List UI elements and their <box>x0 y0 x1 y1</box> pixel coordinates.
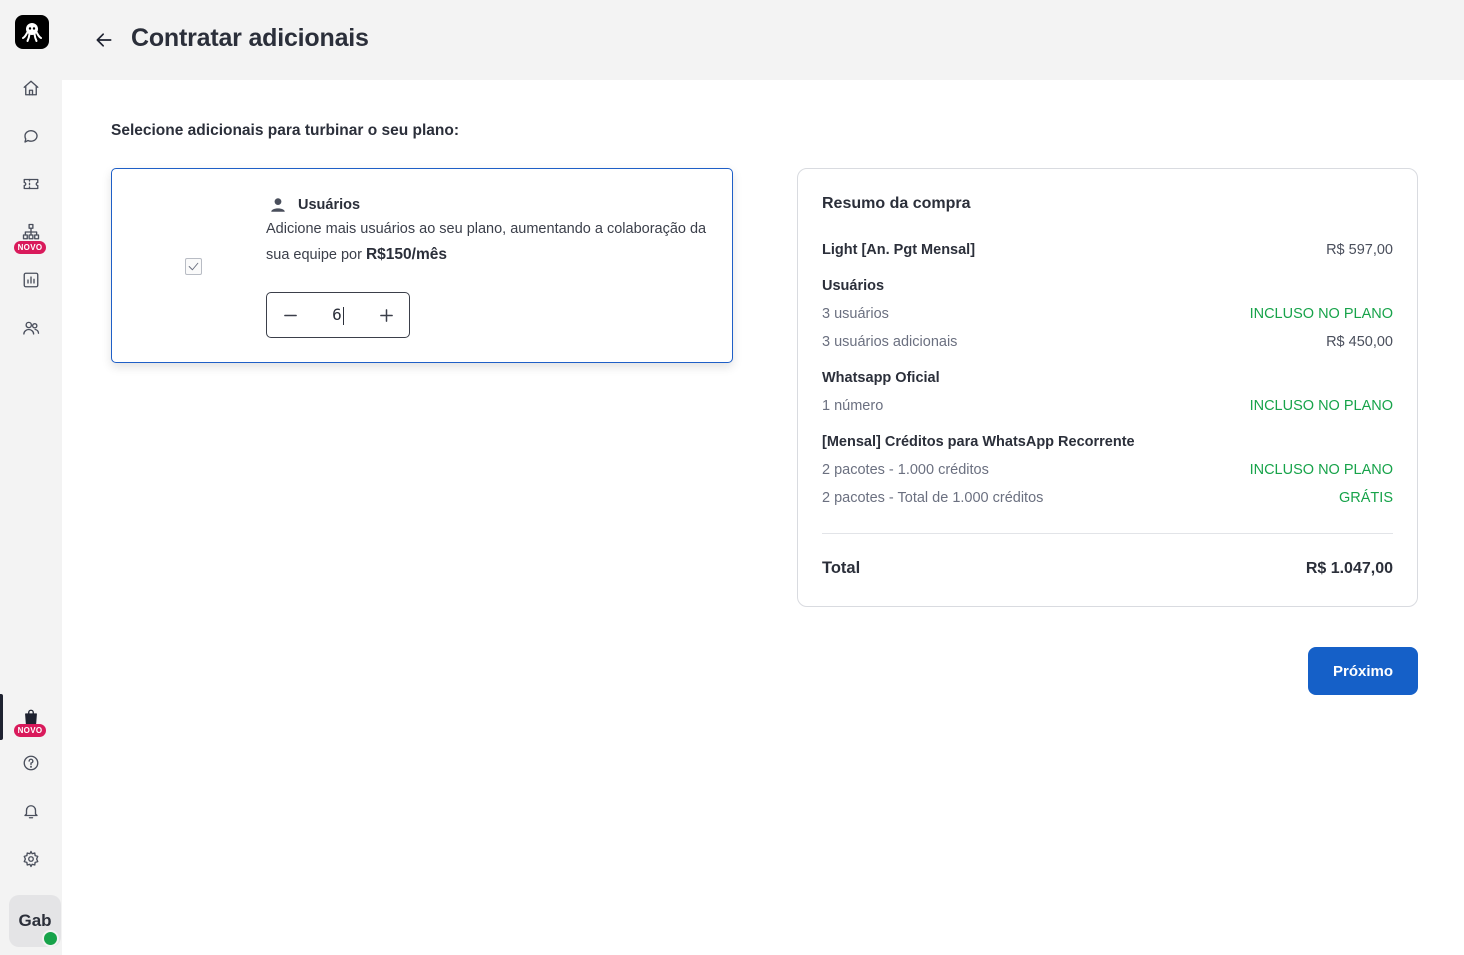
summary-row-value: R$ 450,00 <box>1326 334 1393 350</box>
home-icon <box>23 80 39 96</box>
sidebar-item-settings[interactable] <box>0 839 62 879</box>
next-button[interactable]: Próximo <box>1308 647 1418 695</box>
purchase-summary: Resumo da compra Light [An. Pgt Mensal] … <box>797 168 1418 607</box>
summary-row: 3 usuários adicionais R$ 450,00 <box>822 334 1393 350</box>
text-caret <box>342 306 344 325</box>
new-badge: NOVO <box>14 724 46 737</box>
addon-title: Usuários <box>298 197 361 213</box>
section-heading: Selecione adicionais para turbinar o seu… <box>111 122 459 139</box>
summary-row-label: 3 usuários <box>822 306 889 322</box>
gear-icon <box>23 850 39 868</box>
sidebar-item-home[interactable] <box>0 68 62 108</box>
increment-button[interactable] <box>377 306 395 324</box>
summary-divider <box>822 533 1393 534</box>
plus-icon <box>379 308 393 322</box>
quantity-stepper: 6 <box>266 292 410 338</box>
user-icon <box>271 198 285 212</box>
summary-row-label: 2 pacotes - Total de 1.000 créditos <box>822 490 1044 506</box>
sidebar-item-reports[interactable] <box>0 260 62 300</box>
summary-row: 3 usuários INCLUSO NO PLANO <box>822 306 1393 322</box>
contacts-icon <box>23 321 40 335</box>
quantity-value: 6 <box>332 305 342 325</box>
addon-description: Adicione mais usuários ao seu plano, aum… <box>266 217 716 268</box>
summary-row-value: INCLUSO NO PLANO <box>1249 398 1393 414</box>
sidebar-item-contacts[interactable] <box>0 308 62 348</box>
octopus-logo-icon <box>22 23 42 42</box>
total-value: R$ 1.047,00 <box>1305 560 1393 577</box>
summary-plan-row: Light [An. Pgt Mensal] R$ 597,00 <box>822 242 1393 258</box>
summary-row-value: INCLUSO NO PLANO <box>1249 462 1393 478</box>
addon-card-users[interactable]: Usuários Adicione mais usuários ao seu p… <box>111 168 733 363</box>
sidebar-item-notifications[interactable] <box>0 791 62 831</box>
reports-icon <box>23 272 39 288</box>
ticket-icon <box>23 178 39 190</box>
decrement-button[interactable] <box>281 306 299 324</box>
arrow-left-icon <box>96 33 112 47</box>
online-status-indicator <box>42 930 59 947</box>
chat-icon <box>24 130 38 143</box>
summary-group-title: [Mensal] Créditos para WhatsApp Recorren… <box>822 434 1135 450</box>
summary-row: 2 pacotes - 1.000 créditos INCLUSO NO PL… <box>822 462 1393 478</box>
summary-row: 2 pacotes - Total de 1.000 créditos GRÁT… <box>822 490 1393 506</box>
summary-group-title: Whatsapp Oficial <box>822 370 940 386</box>
summary-row-value: INCLUSO NO PLANO <box>1249 306 1393 322</box>
sitemap-icon <box>22 223 40 240</box>
sidebar-item-chat[interactable] <box>0 116 62 156</box>
back-button[interactable] <box>92 28 116 52</box>
checkmark-icon <box>188 262 199 271</box>
page-header: Contratar adicionais <box>62 0 1464 80</box>
summary-row-label: 3 usuários adicionais <box>822 334 958 350</box>
help-icon <box>23 755 39 771</box>
summary-row: 1 número INCLUSO NO PLANO <box>822 398 1393 414</box>
sidebar-item-tickets[interactable] <box>0 164 62 204</box>
addon-description-text: Adicione mais usuários ao seu plano, aum… <box>266 221 707 263</box>
sidebar-item-help[interactable] <box>0 743 62 783</box>
plan-price: R$ 597,00 <box>1326 242 1393 258</box>
summary-group-title: Usuários <box>822 278 885 294</box>
minus-icon <box>283 314 297 316</box>
plan-name: Light [An. Pgt Mensal] <box>822 242 976 258</box>
summary-row-label: 1 número <box>822 398 884 414</box>
main-content: Selecione adicionais para turbinar o seu… <box>62 80 1464 955</box>
addon-checkbox[interactable] <box>185 258 202 275</box>
total-label: Total <box>822 559 861 577</box>
new-badge: NOVO <box>14 241 46 254</box>
app-logo[interactable] <box>15 15 49 49</box>
bell-icon <box>24 805 38 819</box>
addon-price: R$150/mês <box>365 246 447 263</box>
quantity-input[interactable]: 6 <box>328 305 348 325</box>
summary-row-value: GRÁTIS <box>1339 490 1393 506</box>
summary-row-label: 2 pacotes - 1.000 créditos <box>822 462 989 478</box>
page-title: Contratar adicionais <box>131 24 369 52</box>
sidebar: NOVO NOVO Gab <box>0 0 62 955</box>
summary-title: Resumo da compra <box>822 195 971 212</box>
